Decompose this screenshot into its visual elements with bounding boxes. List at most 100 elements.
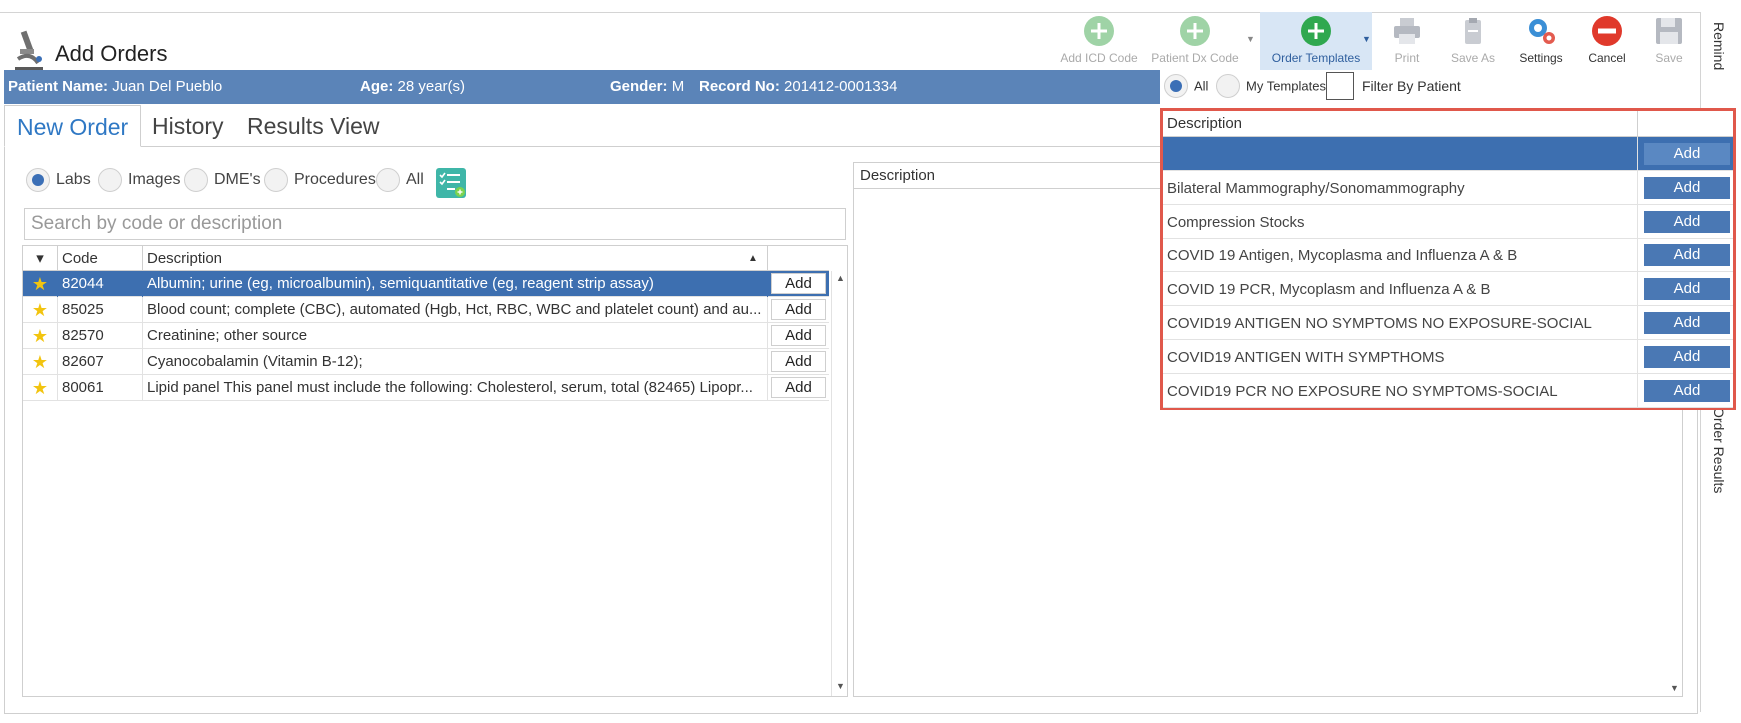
add-order-button[interactable]: Add [771, 351, 826, 372]
templates-all-radio[interactable]: All [1164, 74, 1208, 100]
template-row[interactable]: COVID 19 PCR, Mycoplasm and Influenza A … [1163, 272, 1733, 307]
favorite-star-icon[interactable]: ★ [23, 323, 58, 349]
add-template-button[interactable]: Add [1644, 143, 1730, 165]
cancel-icon [1592, 16, 1622, 46]
order-code: 80061 [58, 375, 143, 401]
plus-circle-icon [1084, 16, 1114, 46]
order-code: 85025 [58, 297, 143, 323]
template-row[interactable]: COVID19 ANTIGEN WITH SYMPTHOMS Add [1163, 339, 1733, 374]
tab-results-view[interactable]: Results View [235, 105, 392, 147]
chevron-down-icon[interactable]: ▼ [1246, 34, 1255, 44]
search-input[interactable] [24, 208, 846, 240]
dmes-radio[interactable]: DME's [184, 168, 261, 196]
my-templates-radio[interactable]: My Templates [1216, 74, 1326, 100]
add-order-button[interactable]: Add [771, 377, 826, 398]
patient-gender: M [671, 78, 685, 95]
reminders-tab[interactable]: Remind [1711, 22, 1727, 70]
all-radio[interactable]: All [376, 168, 424, 196]
patient-dx-code-button[interactable]: Patient Dx Code [1150, 12, 1240, 70]
table-row[interactable]: ★ 82570 Creatinine; other source Add [23, 323, 829, 349]
sort-dropdown-icon[interactable]: ▾ [23, 246, 58, 271]
cancel-button[interactable]: Cancel [1580, 12, 1634, 70]
template-name: Compression Stocks [1167, 213, 1305, 231]
order-templates-list: Description Add Bilateral Mammography/Son… [1160, 108, 1736, 410]
order-description: Lipid panel This panel must include the … [143, 375, 768, 401]
tab-history[interactable]: History [140, 105, 236, 147]
tab-new-order[interactable]: New Order [4, 105, 142, 147]
record-label: Record No: [699, 78, 780, 95]
favorite-star-icon[interactable]: ★ [23, 349, 58, 375]
add-template-button[interactable]: Add [1644, 244, 1730, 267]
order-description: Creatinine; other source [143, 323, 768, 349]
description-column-header[interactable]: Description ▲ [143, 246, 768, 271]
labs-radio[interactable]: Labs [26, 168, 91, 196]
order-templates-button[interactable]: Order Templates [1260, 12, 1372, 70]
template-row[interactable]: Add [1163, 137, 1733, 171]
plus-circle-icon [1301, 16, 1331, 46]
save-button[interactable]: Save [1646, 12, 1692, 70]
page-title: Add Orders [55, 41, 168, 66]
order-description: Albumin; urine (eg, microalbumin), semiq… [143, 271, 768, 297]
record-number: 201412-0001334 [784, 78, 898, 95]
add-orders-window: Add Orders Add ICD Code Patient Dx Code … [0, 0, 1741, 723]
add-order-button[interactable]: Add [771, 273, 826, 294]
add-order-button[interactable]: Add [771, 325, 826, 346]
floppy-disk-icon [1656, 18, 1682, 44]
template-row[interactable]: Compression Stocks Add [1163, 204, 1733, 239]
favorite-star-icon[interactable]: ★ [23, 297, 58, 323]
favorite-star-icon[interactable]: ★ [23, 271, 58, 297]
filter-by-patient-checkbox[interactable]: Filter By Patient [1326, 72, 1461, 100]
table-row[interactable]: ★ 85025 Blood count; complete (CBC), autom… [23, 297, 829, 323]
favorite-star-icon[interactable]: ★ [23, 375, 58, 401]
settings-button[interactable]: Settings [1514, 12, 1568, 70]
procedures-radio[interactable]: Procedures [264, 168, 376, 196]
grid-scrollbar[interactable]: ▲ ▼ [831, 271, 847, 696]
template-name: COVID 19 Antigen, Mycoplasma and Influen… [1167, 247, 1518, 265]
age-label: Age: [360, 78, 394, 95]
template-row[interactable]: COVID19 PCR NO EXPOSURE NO SYMPTOMS-SOCI… [1163, 373, 1733, 408]
plus-circle-icon [1180, 16, 1210, 46]
order-results-tab[interactable]: Order Results [1711, 407, 1727, 493]
clipboard-icon [1465, 18, 1481, 44]
add-template-button[interactable]: Add [1644, 312, 1730, 334]
template-name: Bilateral Mammography/Sonomammography [1167, 179, 1465, 197]
template-row[interactable]: COVID19 ANTIGEN NO SYMPTOMS NO EXPOSURE-… [1163, 306, 1733, 340]
template-name: COVID19 PCR NO EXPOSURE NO SYMPTOMS-SOCI… [1167, 382, 1558, 400]
save-as-button[interactable]: Save As [1448, 12, 1498, 70]
order-code: 82607 [58, 349, 143, 375]
sort-ascending-icon: ▲ [748, 253, 758, 264]
table-row[interactable]: ★ 82607 Cyanocobalamin (Vitamin B-12); Add [23, 349, 829, 375]
template-row[interactable]: COVID 19 Antigen, Mycoplasma and Influen… [1163, 238, 1733, 273]
templates-filter-bar: All My Templates Filter By Patient [1160, 70, 1700, 104]
printer-icon [1394, 18, 1420, 44]
add-template-button[interactable]: Add [1644, 176, 1730, 199]
add-template-button[interactable]: Add [1644, 278, 1730, 301]
table-row[interactable]: ★ 82044 Albumin; urine (eg, microalbumin),… [23, 271, 829, 297]
chevron-down-icon[interactable]: ▼ [1362, 34, 1371, 44]
print-button[interactable]: Print [1384, 12, 1430, 70]
add-template-button[interactable]: Add [1644, 379, 1730, 402]
order-description: Cyanocobalamin (Vitamin B-12); [143, 349, 768, 375]
title-bar: Add Orders [0, 12, 1700, 73]
table-row[interactable]: ★ 80061 Lipid panel This panel must includ… [23, 375, 829, 401]
grid-header: ▾ Code Description ▲ [23, 246, 829, 271]
checklist-add-icon[interactable] [436, 168, 466, 198]
order-description: Blood count; complete (CBC), automated (… [143, 297, 768, 323]
template-row[interactable]: Bilateral Mammography/Sonomammography Add [1163, 170, 1733, 205]
scroll-down-icon[interactable]: ▼ [1670, 683, 1679, 693]
add-order-button[interactable]: Add [771, 299, 826, 320]
code-column-header[interactable]: Code [58, 246, 143, 271]
template-name: COVID 19 PCR, Mycoplasm and Influenza A … [1167, 281, 1491, 299]
scroll-down-icon[interactable]: ▼ [836, 681, 845, 691]
template-name: COVID19 ANTIGEN NO SYMPTOMS NO EXPOSURE-… [1167, 315, 1592, 332]
order-code: 82044 [58, 271, 143, 297]
add-template-button[interactable]: Add [1644, 345, 1730, 368]
images-radio[interactable]: Images [98, 168, 180, 196]
gear-icon [1529, 19, 1555, 44]
add-icd-code-button[interactable]: Add ICD Code [1058, 12, 1140, 70]
order-code: 82570 [58, 323, 143, 349]
scroll-up-icon[interactable]: ▲ [836, 273, 845, 283]
template-name: COVID19 ANTIGEN WITH SYMPTHOMS [1167, 348, 1445, 366]
patient-name-label: Patient Name: [8, 78, 109, 95]
add-template-button[interactable]: Add [1644, 210, 1730, 233]
